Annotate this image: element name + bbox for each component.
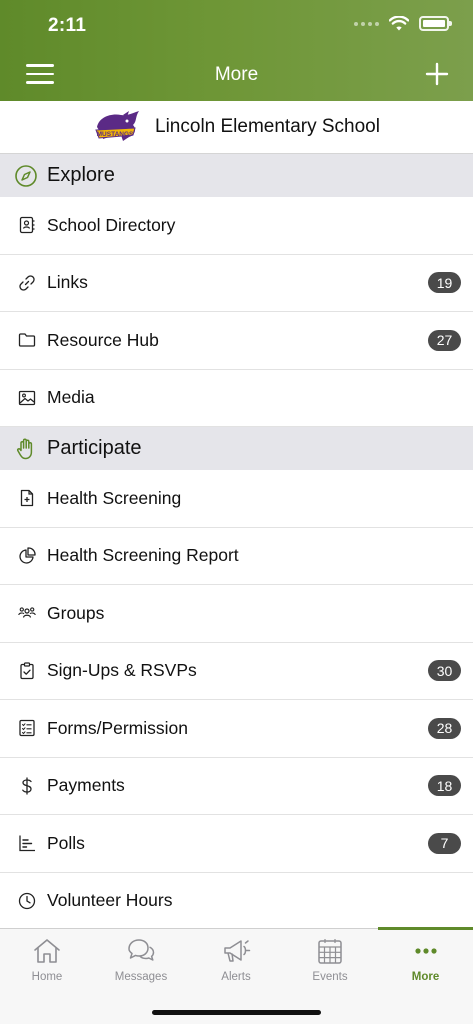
menu-item-school-directory[interactable]: School Directory [0, 197, 473, 255]
tab-label: Messages [114, 971, 168, 983]
tab-home[interactable]: Home [0, 929, 94, 993]
menu-item-polls[interactable]: Polls 7 [0, 815, 473, 873]
menu-item-label: Links [47, 272, 88, 293]
contact-book-icon [19, 217, 35, 234]
menu-item-groups[interactable]: Groups [0, 585, 473, 643]
dollar-icon [22, 777, 32, 795]
calendar-icon [318, 939, 342, 964]
tab-label: Home [31, 971, 63, 983]
image-icon [18, 390, 36, 405]
more-menu-list: Explore School Directory Links 19 Resour… [0, 154, 473, 930]
tab-label: Alerts [221, 971, 251, 983]
count-badge: 28 [428, 717, 461, 739]
chat-bubbles-icon [128, 939, 155, 961]
ellipsis-icon [414, 948, 437, 954]
header: 2:11 More [0, 0, 473, 101]
megaphone-icon [224, 940, 251, 962]
status-icons [354, 16, 452, 31]
section-header-participate: Participate [0, 427, 473, 470]
medical-file-icon [20, 490, 34, 507]
tab-events[interactable]: Events [283, 929, 377, 993]
menu-item-label: Payments [47, 775, 125, 796]
menu-item-links[interactable]: Links 19 [0, 254, 473, 312]
menu-item-label: Volunteer Hours [47, 890, 173, 911]
menu-item-label: School Directory [47, 214, 176, 235]
menu-item-resource-hub[interactable]: Resource Hub 27 [0, 312, 473, 370]
menu-item-health-screening-report[interactable]: Health Screening Report [0, 527, 473, 585]
tab-label: More [411, 971, 440, 983]
tab-label: Events [312, 971, 348, 983]
menu-item-label: Health Screening [47, 487, 182, 508]
menu-item-sign-ups-rsvps[interactable]: Sign-Ups & RSVPs 30 [0, 642, 473, 700]
clock-icon [18, 892, 36, 909]
menu-item-label: Sign-Ups & RSVPs [47, 660, 197, 681]
group-icon [18, 607, 36, 618]
tab-bar: Home Messages Alerts Events More [0, 927, 473, 1024]
school-name: Lincoln Elementary School [155, 116, 380, 137]
home-indicator [152, 1010, 321, 1015]
menu-item-label: Resource Hub [47, 329, 159, 350]
menu-item-label: Forms/Permission [47, 717, 188, 738]
home-icon [34, 939, 60, 963]
menu-item-label: Health Screening Report [47, 545, 239, 566]
count-badge: 19 [428, 272, 461, 294]
count-badge: 7 [428, 832, 461, 854]
count-badge: 18 [428, 775, 461, 797]
school-logo-text: MUSTANGS [97, 131, 134, 138]
section-header-explore: Explore [0, 154, 473, 197]
school-logo: MUSTANGS [95, 111, 140, 141]
add-button[interactable] [425, 62, 449, 86]
menu-item-volunteer-hours[interactable]: Volunteer Hours [0, 872, 473, 930]
menu-item-forms-permission[interactable]: Forms/Permission 28 [0, 700, 473, 758]
cellular-signal-icon [354, 21, 379, 26]
section-title-explore: Explore [47, 164, 115, 186]
raised-hand-icon [17, 438, 33, 459]
school-selector[interactable]: MUSTANGS Lincoln Elementary School [0, 101, 473, 154]
menu-item-payments[interactable]: Payments 18 [0, 757, 473, 815]
menu-item-health-screening[interactable]: Health Screening [0, 470, 473, 528]
page-title: More [214, 64, 259, 85]
status-time: 2:11 [48, 15, 87, 36]
menu-item-label: Polls [47, 832, 85, 853]
menu-item-label: Media [47, 387, 95, 408]
menu-item-media[interactable]: Media [0, 369, 473, 427]
section-title-participate: Participate [47, 437, 142, 459]
tab-alerts[interactable]: Alerts [189, 929, 283, 993]
count-badge: 27 [428, 329, 461, 351]
link-icon [19, 275, 35, 291]
compass-icon [15, 164, 37, 187]
battery-icon [419, 16, 452, 31]
tab-more[interactable]: More [378, 929, 473, 993]
tab-messages[interactable]: Messages [94, 929, 188, 993]
count-badge: 30 [428, 660, 461, 682]
wifi-icon [389, 16, 409, 31]
bar-chart-icon [19, 835, 35, 852]
pie-chart-icon [19, 547, 36, 564]
checklist-icon [19, 720, 35, 737]
clipboard-check-icon [20, 662, 34, 679]
menu-item-label: Groups [47, 602, 105, 623]
folder-icon [18, 333, 36, 347]
